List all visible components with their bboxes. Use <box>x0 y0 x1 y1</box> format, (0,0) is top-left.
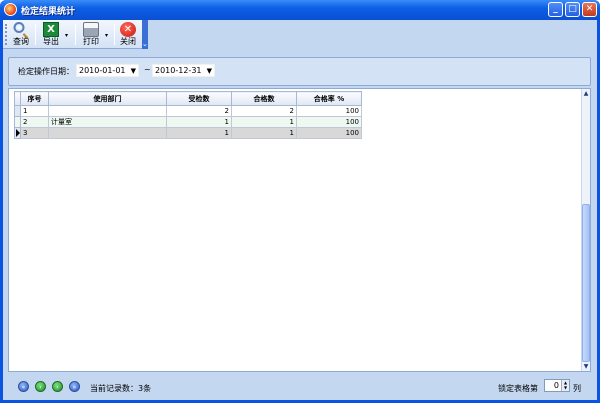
start-date-picker[interactable]: 2010-01-01 ▼ <box>76 64 139 77</box>
previous-record-button[interactable]: ‹ <box>35 381 46 392</box>
window-title: 检定结果统计 <box>21 7 76 17</box>
close-button[interactable]: ✕ 关闭 <box>117 21 139 48</box>
column-header[interactable]: 序号 <box>20 91 49 106</box>
scroll-up-arrow-icon[interactable]: ▲ <box>582 89 590 98</box>
start-date-value: 2010-01-01 <box>79 66 126 75</box>
lock-columns-unit: 列 <box>573 384 581 393</box>
chevron-down-icon[interactable]: ▼ <box>207 65 212 77</box>
cell-dept[interactable] <box>48 127 167 139</box>
record-count-label: 当前记录数：3条 <box>90 384 152 393</box>
column-header[interactable]: 受检数 <box>166 91 232 106</box>
toolbar-overflow-button[interactable] <box>142 20 148 49</box>
toolbar: 查询 X 导出 ▾ 打印 ▾ ✕ 关闭 <box>3 20 148 49</box>
stepper-arrows-icon[interactable]: ▲ ▼ <box>561 380 569 391</box>
current-row-arrow-icon <box>16 129 20 137</box>
query-label: 查询 <box>13 37 29 46</box>
cell-inspected[interactable]: 1 <box>166 116 232 128</box>
first-record-button[interactable]: « <box>18 381 29 392</box>
export-label: 导出 <box>43 37 59 46</box>
app-icon <box>4 3 17 16</box>
next-record-button[interactable]: › <box>52 381 63 392</box>
cell-dept[interactable] <box>48 105 167 117</box>
table-header-row: 序号 使用部门 受检数 合格数 合格率 % <box>14 91 362 106</box>
export-dropdown-arrow-icon[interactable]: ▾ <box>65 32 68 39</box>
cell-qualified[interactable]: 1 <box>231 127 297 139</box>
printer-icon <box>83 22 99 37</box>
results-grid-panel: 序号 使用部门 受检数 合格数 合格率 % 1 2 2 100 2 计量室 1 … <box>8 88 591 372</box>
cell-inspected[interactable]: 1 <box>166 127 232 139</box>
toolbar-separator <box>114 24 115 45</box>
app-window: 检定结果统计 _ □ ✕ 查询 X 导出 ▾ 打印 ▾ ✕ 关闭 ⌄ 检定操作日… <box>0 0 600 403</box>
cell-no[interactable]: 3 <box>20 127 49 139</box>
cell-qualified[interactable]: 2 <box>231 105 297 117</box>
column-header[interactable]: 合格数 <box>231 91 297 106</box>
excel-icon: X <box>43 22 59 37</box>
print-button[interactable]: 打印 <box>80 21 102 48</box>
cell-rate[interactable]: 100 <box>296 116 362 128</box>
toolbar-grip[interactable] <box>5 24 7 45</box>
filter-panel: 检定操作日期： 2010-01-01 ▼ ~ 2010-12-31 ▼ <box>8 57 591 86</box>
table-row-selected[interactable]: 3 1 1 100 <box>14 127 362 139</box>
export-button[interactable]: X 导出 <box>40 21 62 48</box>
minimize-button[interactable]: _ <box>548 2 563 17</box>
status-bar: « ‹ › » 当前记录数：3条 锁定表格第 0 ▲ ▼ 列 <box>3 374 597 400</box>
cell-rate[interactable]: 100 <box>296 105 362 117</box>
end-date-value: 2010-12-31 <box>155 66 202 75</box>
date-filter-label: 检定操作日期： <box>18 67 74 76</box>
end-date-picker[interactable]: 2010-12-31 ▼ <box>152 64 215 77</box>
cell-no[interactable]: 1 <box>20 105 49 117</box>
close-window-button[interactable]: ✕ <box>582 2 597 17</box>
results-table: 序号 使用部门 受检数 合格数 合格率 % 1 2 2 100 2 计量室 1 … <box>14 91 362 139</box>
chevron-down-icon[interactable]: ▼ <box>131 65 136 77</box>
query-button[interactable]: 查询 <box>10 21 32 48</box>
lock-columns-stepper[interactable]: 0 ▲ ▼ <box>544 379 570 392</box>
maximize-button[interactable]: □ <box>565 2 580 17</box>
print-label: 打印 <box>83 37 99 46</box>
column-header[interactable]: 合格率 % <box>296 91 362 106</box>
scrollbar-thumb[interactable] <box>582 204 590 362</box>
vertical-scrollbar[interactable]: ▲ ▼ <box>581 89 590 371</box>
toolbar-separator <box>75 24 76 45</box>
client-area: 查询 X 导出 ▾ 打印 ▾ ✕ 关闭 检定操作日期： <box>3 20 597 400</box>
table-row[interactable]: 1 2 2 100 <box>14 105 362 117</box>
scroll-down-arrow-icon[interactable]: ▼ <box>582 362 590 371</box>
table-row[interactable]: 2 计量室 1 1 100 <box>14 116 362 128</box>
lock-columns-label: 锁定表格第 <box>498 384 538 393</box>
close-label: 关闭 <box>120 37 136 46</box>
close-icon: ✕ <box>120 22 136 37</box>
cell-rate[interactable]: 100 <box>296 127 362 139</box>
column-header[interactable]: 使用部门 <box>48 91 167 106</box>
cell-inspected[interactable]: 2 <box>166 105 232 117</box>
toolbar-separator <box>35 24 36 45</box>
cell-qualified[interactable]: 1 <box>231 116 297 128</box>
date-range-separator: ~ <box>144 65 151 74</box>
last-record-button[interactable]: » <box>69 381 80 392</box>
search-icon <box>13 22 25 33</box>
cell-dept[interactable]: 计量室 <box>48 116 167 128</box>
lock-columns-value[interactable]: 0 <box>554 381 559 390</box>
print-dropdown-arrow-icon[interactable]: ▾ <box>105 32 108 39</box>
cell-no[interactable]: 2 <box>20 116 49 128</box>
title-bar[interactable]: 检定结果统计 _ □ ✕ <box>0 0 600 20</box>
